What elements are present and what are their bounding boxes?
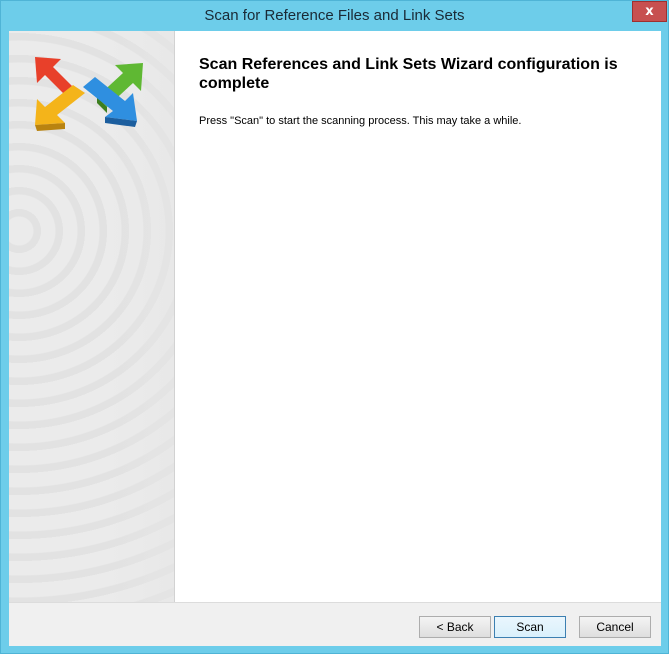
back-button[interactable]: < Back bbox=[419, 616, 491, 638]
scan-button[interactable]: Scan bbox=[494, 616, 566, 638]
yellow-arrow-icon bbox=[35, 85, 85, 131]
wizard-content: Scan References and Link Sets Wizard con… bbox=[175, 31, 661, 602]
multi-direction-arrows-icon bbox=[35, 57, 143, 131]
close-button[interactable]: x bbox=[632, 1, 667, 22]
wizard-side-panel bbox=[9, 31, 175, 602]
divider bbox=[9, 602, 661, 603]
cancel-button[interactable]: Cancel bbox=[579, 616, 651, 638]
wizard-client-area: Scan References and Link Sets Wizard con… bbox=[9, 31, 661, 646]
page-description: Press "Scan" to start the scanning proce… bbox=[199, 115, 522, 127]
page-title: Scan References and Link Sets Wizard con… bbox=[199, 56, 618, 92]
title-bar[interactable]: Scan for Reference Files and Link Sets x bbox=[1, 1, 668, 31]
window-title: Scan for Reference Files and Link Sets bbox=[204, 7, 465, 24]
wizard-window: Scan for Reference Files and Link Sets x bbox=[0, 0, 669, 654]
close-icon: x bbox=[645, 4, 654, 19]
